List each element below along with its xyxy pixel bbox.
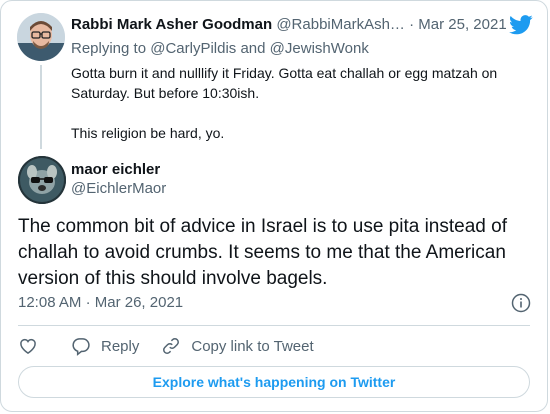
main-tweet-text: The common bit of advice in Israel is to… <box>18 216 507 289</box>
replying-to-line: Replying to @CarlyPildis and @JewishWonk <box>71 39 369 59</box>
parent-tweet-text: Gotta burn it and nulllify it Friday. Go… <box>71 63 541 143</box>
info-icon[interactable] <box>511 293 531 313</box>
parent-avatar-image <box>17 13 65 61</box>
embedded-tweet-card: Rabbi Mark Asher Goodman @RabbiMarkAsh… … <box>0 0 548 412</box>
reply-icon <box>72 338 90 356</box>
mention-link-1[interactable]: @CarlyPildis <box>150 40 236 57</box>
like-button[interactable] <box>18 336 38 356</box>
actions-divider <box>18 325 530 326</box>
main-handle[interactable]: @EichlerMaor <box>71 179 166 199</box>
thread-connector-line <box>40 65 42 149</box>
header-separator: · <box>409 16 415 33</box>
tweet-actions-bar: Reply Copy link to Tweet <box>18 335 336 357</box>
main-avatar[interactable] <box>18 156 66 204</box>
parent-tweet-header: Rabbi Mark Asher Goodman @RabbiMarkAsh… … <box>71 15 511 35</box>
tweet-time[interactable]: 12:08 AM <box>18 294 81 311</box>
replying-prefix: Replying to <box>71 40 147 57</box>
main-avatar-image <box>18 156 66 204</box>
reply-button[interactable]: Reply <box>71 336 139 356</box>
copy-link-button[interactable]: Copy link to Tweet <box>161 336 314 356</box>
parent-text-paragraph-2: This religion be hard, yo. <box>71 125 225 141</box>
parent-avatar[interactable] <box>17 13 65 61</box>
parent-text-paragraph-1: Gotta burn it and nulllify it Friday. Go… <box>71 65 498 101</box>
copy-link-label[interactable]: Copy link to Tweet <box>191 338 313 355</box>
link-icon <box>163 338 180 354</box>
parent-display-name[interactable]: Rabbi Mark Asher Goodman <box>71 16 272 33</box>
explore-twitter-button[interactable]: Explore what's happening on Twitter <box>18 366 530 398</box>
heart-icon <box>20 338 36 354</box>
main-display-name[interactable]: maor eichler <box>71 160 160 180</box>
parent-handle[interactable]: @RabbiMarkAsh… <box>276 16 405 33</box>
reply-label[interactable]: Reply <box>101 338 139 355</box>
timestamp-separator: · <box>85 294 91 311</box>
explore-label[interactable]: Explore what's happening on Twitter <box>153 374 396 390</box>
tweet-timestamp[interactable]: 12:08 AM · Mar 26, 2021 <box>18 293 183 313</box>
tweet-date[interactable]: Mar 26, 2021 <box>95 294 183 311</box>
parent-date[interactable]: Mar 25, 2021 <box>418 16 506 33</box>
twitter-bird-icon[interactable] <box>509 15 533 35</box>
mention-link-2[interactable]: @JewishWonk <box>270 40 369 57</box>
replying-and: and <box>240 40 266 57</box>
